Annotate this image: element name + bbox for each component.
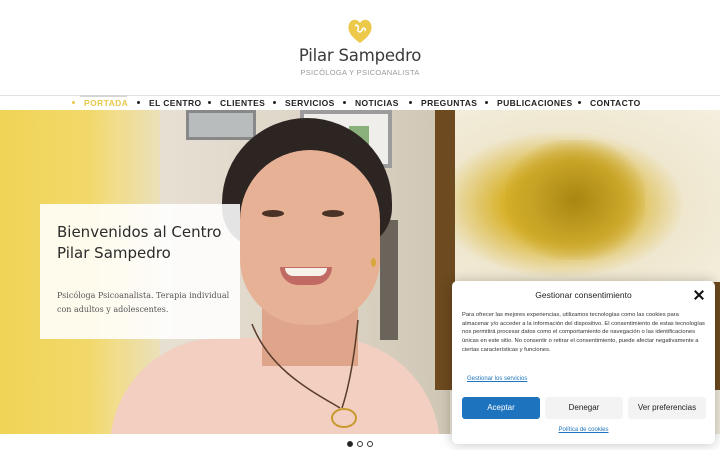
bullet-icon (409, 101, 412, 105)
deny-button[interactable]: Denegar (545, 397, 623, 419)
nav-item-label: PREGUNTAS (421, 98, 478, 108)
welcome-text: Psicóloga Psicoanalista. Terapia individ… (57, 291, 230, 314)
nav-item-label: CLIENTES (220, 98, 266, 108)
nav-item-label: NOTICIAS (355, 98, 399, 108)
close-icon[interactable] (692, 288, 706, 302)
site-header: Pilar Sampedro PSICÓLOGA Y PSICOANALISTA (0, 0, 720, 95)
nav-item-clientes[interactable]: CLIENTES (208, 98, 265, 110)
consent-title: Gestionar consentimiento (535, 290, 632, 300)
wall-post (380, 220, 398, 340)
slider-dot-1[interactable] (347, 441, 353, 447)
accept-button[interactable]: Aceptar (462, 397, 540, 419)
bullet-icon (485, 101, 488, 105)
bullet-icon (273, 101, 276, 105)
nav-item-el-centro[interactable]: EL CENTRO (137, 98, 202, 110)
brand-subtitle: PSICÓLOGA Y PSICOANALISTA (300, 68, 420, 77)
bullet-icon (578, 101, 581, 105)
pendant (331, 408, 357, 428)
brand-name[interactable]: Pilar Sampedro (0, 46, 720, 65)
nav-item-portada[interactable]: PORTADA (72, 98, 128, 110)
welcome-title: Bienvenidos al Centro Pilar Sampedro (57, 223, 222, 262)
slider-dots (345, 441, 385, 449)
nav-item-label: SERVICIOS (285, 98, 335, 108)
main-navigation: PORTADA EL CENTRO CLIENTES SERVICIOS NOT… (0, 95, 720, 110)
brain-heart-icon[interactable] (345, 16, 375, 46)
view-preferences-button[interactable]: Ver preferencias (628, 397, 706, 419)
nav-item-label: CONTACTO (590, 98, 641, 108)
welcome-card: Bienvenidos al Centro Pilar Sampedro Psi… (40, 204, 240, 339)
nav-item-servicios[interactable]: SERVICIOS (273, 98, 335, 110)
necklace (251, 319, 359, 409)
slider-dot-3[interactable] (367, 441, 373, 447)
slider-dot-2[interactable] (357, 441, 363, 447)
wall-frame (186, 110, 256, 140)
nav-item-label: PORTADA (84, 98, 129, 108)
nav-item-contacto[interactable]: CONTACTO (578, 98, 641, 110)
bullet-icon (208, 101, 211, 105)
nav-item-label: EL CENTRO (149, 98, 202, 108)
cookie-consent-dialog: Gestionar consentimiento Para ofrecer la… (452, 281, 715, 444)
bullet-icon (72, 101, 75, 105)
consent-text: Para ofrecer las mejores experiencias, u… (462, 312, 705, 353)
nav-item-preguntas[interactable]: PREGUNTAS (409, 98, 477, 110)
cookie-policy-link[interactable]: Política de cookies (452, 427, 715, 433)
nav-item-publicaciones[interactable]: PUBLICACIONES (485, 98, 573, 110)
bullet-icon (343, 101, 346, 105)
nav-item-label: PUBLICACIONES (497, 98, 573, 108)
bullet-icon (137, 101, 140, 105)
manage-services-link[interactable]: Gestionar los servicios (467, 376, 527, 382)
nav-item-noticias[interactable]: NOTICIAS (343, 98, 399, 110)
